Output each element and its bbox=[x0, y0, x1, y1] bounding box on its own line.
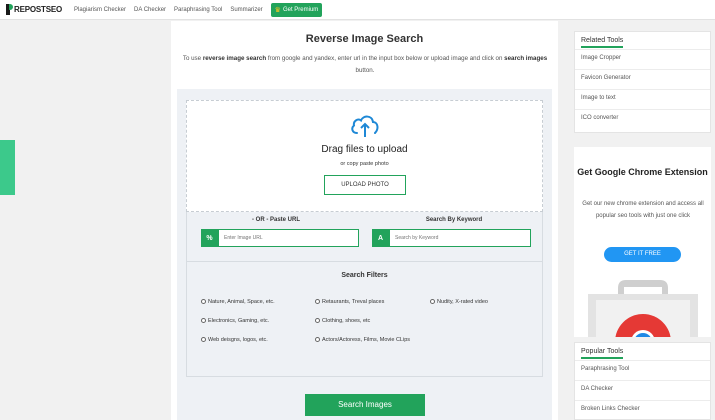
filter-label: Clothing, shoes, etc bbox=[322, 318, 371, 324]
logo[interactable]: REPOSTSEO bbox=[0, 4, 74, 15]
chrome-extension-title: Get Google Chrome Extension bbox=[577, 167, 708, 177]
top-nav: REPOSTSEO Plagiarism Checker DA Checker … bbox=[0, 0, 715, 20]
get-premium-button[interactable]: ♛ Get Premium bbox=[270, 2, 323, 17]
page-description: To use reverse image search from google … bbox=[175, 53, 555, 77]
logo-text: REPOSTSEO bbox=[14, 5, 62, 14]
chrome-bag-icon bbox=[588, 280, 698, 337]
get-it-free-button[interactable]: GET IT FREE bbox=[604, 247, 681, 262]
copy-paste-text: or copy paste photo bbox=[340, 161, 389, 167]
popular-item-broken-links-checker[interactable]: Broken Links Checker bbox=[575, 400, 710, 420]
desc-text-1: To use bbox=[182, 55, 203, 62]
keyword-input-group: A bbox=[372, 229, 531, 247]
nav-paraphrasing-tool[interactable]: Paraphrasing Tool bbox=[174, 7, 222, 13]
search-box: Drag files to upload or copy paste photo… bbox=[177, 89, 552, 420]
cloud-upload-icon bbox=[351, 115, 379, 137]
filter-option[interactable]: Web deisgns, logos, etc. bbox=[201, 336, 268, 344]
desc-bold-1: reverse image search bbox=[202, 55, 267, 62]
page-title: Reverse Image Search bbox=[305, 33, 424, 45]
popular-item-da-checker[interactable]: DA Checker bbox=[575, 380, 710, 400]
filter-option[interactable]: Retaurants, Treval places bbox=[315, 298, 384, 306]
radio-button[interactable] bbox=[201, 337, 206, 342]
desc-bold-2: search images bbox=[504, 55, 548, 62]
filter-label: Web deisgns, logos, etc. bbox=[208, 337, 268, 343]
related-tools-title: Related Tools bbox=[575, 32, 710, 49]
chrome-extension-card: Get Google Chrome Extension Get our new … bbox=[574, 147, 711, 337]
radio-button[interactable] bbox=[201, 299, 206, 304]
search-filters: Search Filters Nature, Animal, Space, et… bbox=[186, 262, 543, 377]
desc-text-2: from google and yandex, enter url in the… bbox=[266, 55, 505, 62]
filter-label: Nudity, X-rated video bbox=[437, 299, 488, 305]
filter-label: Nature, Animal, Space, etc. bbox=[208, 299, 275, 305]
nav-plagiarism-checker[interactable]: Plagiarism Checker bbox=[74, 7, 126, 13]
popular-item-paraphrasing-tool[interactable]: Paraphrasing Tool bbox=[575, 360, 710, 380]
premium-label: Get Premium bbox=[282, 6, 319, 13]
radio-button[interactable] bbox=[201, 318, 206, 323]
filter-label: Actors/Actoress, Films, Movie CLips bbox=[322, 337, 411, 343]
filters-title: Search Filters bbox=[341, 272, 388, 279]
drag-files-text: Drag files to upload bbox=[321, 144, 408, 155]
upload-dropzone[interactable]: Drag files to upload or copy paste photo… bbox=[186, 100, 543, 212]
paste-url-label: - OR - Paste URL bbox=[251, 217, 300, 223]
chrome-extension-desc: Get our new chrome extension and access … bbox=[582, 201, 704, 219]
side-feedback-tab[interactable] bbox=[0, 140, 15, 195]
url-keyword-section: - OR - Paste URL Search By Keyword % A bbox=[186, 212, 543, 262]
url-input-group: % bbox=[201, 229, 359, 247]
filter-label: Electronics, Gaming, etc. bbox=[208, 318, 270, 324]
radio-button[interactable] bbox=[430, 299, 435, 304]
filter-option[interactable]: Nudity, X-rated video bbox=[430, 298, 488, 306]
related-item-image-cropper[interactable]: Image Cropper bbox=[575, 49, 710, 69]
related-item-image-to-text[interactable]: Image to text bbox=[575, 89, 710, 109]
radio-button[interactable] bbox=[315, 318, 320, 323]
filter-option[interactable]: Electronics, Gaming, etc. bbox=[201, 317, 269, 325]
filter-option[interactable]: Clothing, shoes, etc bbox=[315, 317, 370, 325]
main-panel: Reverse Image Search To use reverse imag… bbox=[171, 21, 558, 420]
upload-photo-button[interactable]: UPLOAD PHOTO bbox=[324, 175, 406, 195]
search-images-button[interactable]: Search Images bbox=[305, 394, 425, 416]
radio-button[interactable] bbox=[315, 337, 320, 342]
popular-tools-card: Popular Tools Paraphrasing Tool DA Check… bbox=[574, 342, 711, 420]
related-item-favicon-generator[interactable]: Favicon Generator bbox=[575, 69, 710, 89]
keyword-input[interactable] bbox=[389, 229, 531, 247]
popular-tools-heading: Popular Tools bbox=[581, 348, 624, 359]
related-tools-heading: Related Tools bbox=[581, 37, 624, 48]
filter-label: Retaurants, Treval places bbox=[322, 299, 385, 305]
keyword-label: Search By Keyword bbox=[425, 217, 483, 223]
nav-da-checker[interactable]: DA Checker bbox=[134, 7, 166, 13]
image-url-input[interactable] bbox=[218, 229, 359, 247]
filter-option[interactable]: Nature, Animal, Space, etc. bbox=[201, 298, 275, 306]
nav-summarizer[interactable]: Summarizer bbox=[230, 7, 262, 13]
popular-tools-title: Popular Tools bbox=[575, 343, 710, 360]
related-item-ico-converter[interactable]: ICO converter bbox=[575, 109, 710, 129]
desc-text-3: button. bbox=[355, 67, 375, 74]
related-tools-card: Related Tools Image Cropper Favicon Gene… bbox=[574, 31, 711, 133]
crown-icon: ♛ bbox=[274, 6, 281, 14]
logo-mark-icon bbox=[6, 4, 13, 15]
radio-button[interactable] bbox=[315, 299, 320, 304]
filter-option[interactable]: Actors/Actoress, Films, Movie CLips bbox=[315, 336, 415, 344]
link-icon: % bbox=[201, 229, 218, 247]
text-a-icon: A bbox=[372, 229, 389, 247]
